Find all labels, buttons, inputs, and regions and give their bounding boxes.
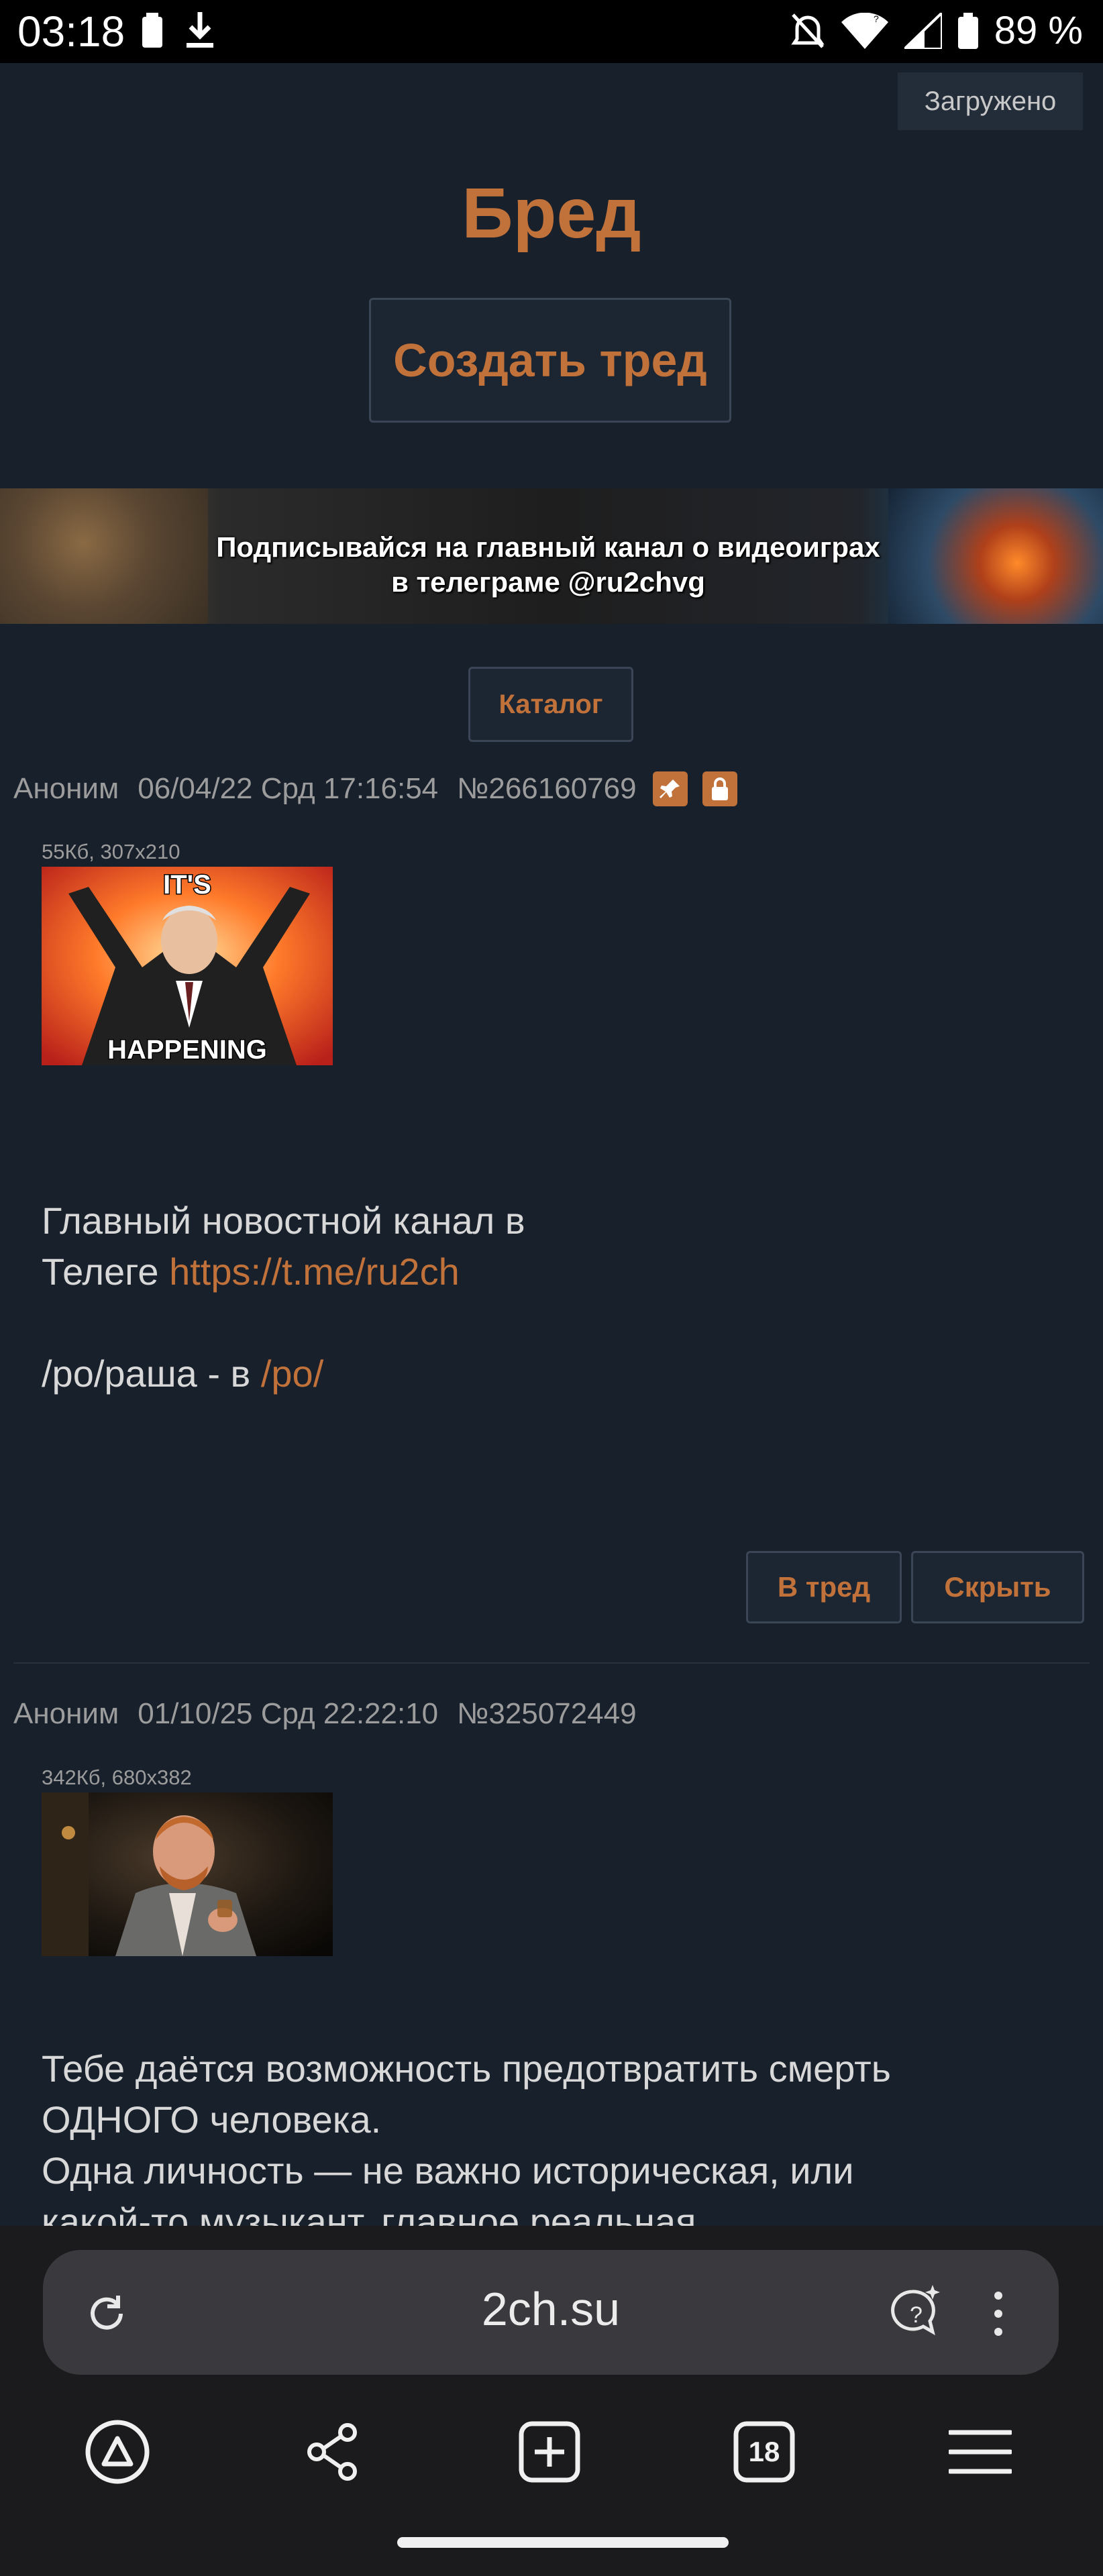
open-thread-button[interactable]: В тред (746, 1551, 902, 1623)
browser-nav-bar: 18 (0, 2408, 1103, 2496)
wifi-icon: ? (841, 12, 888, 49)
menu-button[interactable] (937, 2408, 1024, 2496)
battery-icon (957, 12, 978, 49)
status-time: 03:18 (17, 7, 125, 56)
file-meta: 342Кб, 680x382 (42, 1766, 192, 1789)
telegram-link[interactable]: https://t.me/ru2ch (169, 1250, 460, 1293)
battery-percent: 89 % (994, 9, 1083, 52)
catalog-button[interactable]: Каталог (468, 667, 633, 742)
hamburger-menu-icon (949, 2430, 1012, 2474)
post-author: Аноним (13, 1697, 119, 1730)
image-caption-top: IT'S (163, 870, 211, 900)
post-header: Аноним 06/04/22 Срд 17:16:54 №266160769 (13, 771, 737, 806)
tabs-icon: 18 (733, 2421, 795, 2483)
post-author: Аноним (13, 772, 119, 805)
post-number[interactable]: №325072449 (457, 1697, 636, 1731)
file-meta: 55Кб, 307x210 (42, 840, 180, 863)
share-button[interactable] (290, 2408, 377, 2496)
alice-assistant-button[interactable] (74, 2408, 161, 2496)
po-board-link[interactable]: /po/ (261, 1352, 323, 1395)
mute-icon (791, 13, 825, 48)
tabs-count: 18 (749, 2436, 780, 2467)
post-header: Аноним 01/10/25 Срд 22:22:10 №325072449 (13, 1697, 637, 1731)
tabs-button[interactable]: 18 (721, 2408, 808, 2496)
home-indicator[interactable] (397, 2537, 729, 2548)
post-text-line: Одна личность — не важно историческая, и… (42, 2149, 854, 2192)
lock-icon (702, 771, 737, 806)
banner-game-image-right (888, 488, 1103, 624)
loaded-badge: Загружено (898, 72, 1083, 130)
new-tab-button[interactable] (506, 2408, 593, 2496)
post-text-line: /po/раша - в (42, 1352, 261, 1395)
ai-assistant-icon[interactable]: ? (886, 2285, 943, 2340)
pin-icon (652, 771, 688, 806)
create-thread-button[interactable]: Создать тред (369, 298, 731, 423)
signal-icon (904, 12, 942, 49)
post-number[interactable]: №266160769 (457, 772, 636, 806)
post-divider (13, 1662, 1090, 1664)
svg-text:?: ? (874, 13, 879, 24)
post-body: Главный новостной канал в Телеге https:/… (42, 1195, 1048, 1399)
banner-text-line2: в телеграме @ru2chvg (391, 566, 705, 598)
post-body: Тебе даётся возможность предотвратить см… (42, 2043, 1048, 2247)
post-text-line: ОДНОГО человека. (42, 2098, 382, 2141)
share-icon (307, 2423, 357, 2481)
hide-thread-button[interactable]: Скрыть (911, 1551, 1084, 1623)
board-title: Бред (462, 174, 641, 253)
post-thumbnail[interactable] (42, 1792, 333, 1956)
address-bar[interactable]: 2ch.su ? (43, 2250, 1059, 2375)
more-options-icon[interactable] (992, 2290, 1005, 2337)
download-icon (187, 12, 213, 48)
image-caption-bottom: HAPPENING (107, 1035, 267, 1065)
post-date: 01/10/25 Срд 22:22:10 (138, 1697, 439, 1730)
status-bar: 03:18 ? 89 % (0, 0, 1103, 63)
banner-game-image-left (0, 488, 208, 624)
post-thumbnail[interactable]: IT'S HAPPENING (42, 867, 333, 1065)
post-text-line: Главный новостной канал в (42, 1199, 525, 1242)
svg-text:?: ? (910, 2302, 923, 2328)
man-portrait-image (42, 1792, 333, 1956)
post-text-line: Телеге (42, 1250, 170, 1293)
its-happening-image: IT'S HAPPENING (42, 867, 333, 1065)
post-date: 06/04/22 Срд 17:16:54 (138, 772, 439, 805)
banner-text-line1: Подписывайся на главный канал о видеоигр… (216, 531, 880, 563)
battery-saver-icon (142, 13, 162, 48)
plus-icon (519, 2421, 580, 2483)
telegram-banner[interactable]: Подписывайся на главный канал о видеоигр… (0, 488, 1103, 624)
post-text-line: Тебе даётся возможность предотвратить см… (42, 2047, 891, 2090)
alice-icon (85, 2420, 150, 2484)
